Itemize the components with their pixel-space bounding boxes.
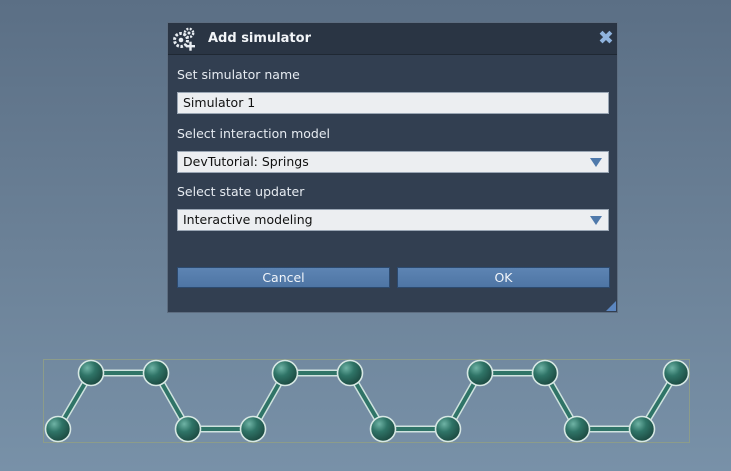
atom[interactable] bbox=[239, 415, 267, 443]
atom[interactable] bbox=[271, 359, 299, 387]
atom[interactable] bbox=[563, 415, 591, 443]
atom[interactable] bbox=[434, 415, 462, 443]
atom[interactable] bbox=[77, 359, 105, 387]
atom[interactable] bbox=[369, 415, 397, 443]
atom[interactable] bbox=[174, 415, 202, 443]
atom[interactable] bbox=[142, 359, 170, 387]
atom[interactable] bbox=[336, 359, 364, 387]
atom[interactable] bbox=[466, 359, 494, 387]
spring-molecule bbox=[44, 359, 690, 443]
atom[interactable] bbox=[44, 415, 72, 443]
atom[interactable] bbox=[662, 359, 690, 387]
atom[interactable] bbox=[531, 359, 559, 387]
atom[interactable] bbox=[628, 415, 656, 443]
